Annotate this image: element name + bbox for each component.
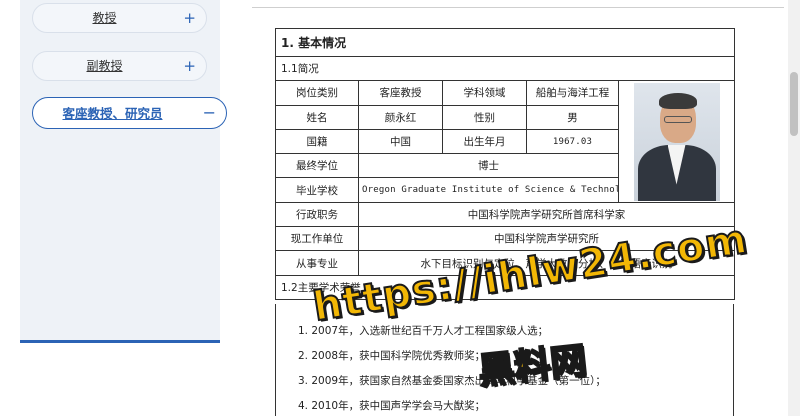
unit-value: 中国科学院声学研究所	[357, 226, 736, 252]
nationality-value: 中国	[358, 128, 443, 155]
portrait-cell	[617, 80, 736, 203]
degree-label: 最终学位	[275, 153, 359, 179]
field-value: 船舶与海洋工程	[526, 80, 619, 106]
section-title: 1. 基本情况	[274, 28, 736, 57]
sidebar-item-label[interactable]: 副教授	[33, 52, 176, 81]
page-scrollbar[interactable]	[788, 0, 800, 416]
list-item: 1. 2007年，入选新世纪百千万人才工程国家级人选；	[298, 325, 549, 337]
expand-plus-icon[interactable]: +	[183, 4, 196, 32]
profile-table: 1. 基本情况 1.1简况 岗位类别 客座教授 学科领域 船舶与海洋工程 姓名 …	[274, 28, 736, 300]
sidebar-item-visiting-professor[interactable]: 客座教授、研究员 −	[32, 97, 227, 129]
expand-plus-icon[interactable]: +	[183, 52, 196, 80]
position-type-label: 岗位类别	[275, 80, 359, 106]
position-type-value: 客座教授	[358, 80, 443, 106]
collapse-minus-icon[interactable]: −	[203, 98, 216, 128]
sidebar-item-label[interactable]: 教授	[33, 4, 176, 33]
content-top-divider	[252, 7, 784, 8]
gender-value: 男	[526, 104, 619, 130]
subsection-honors: 1.2主要学术荣誉	[274, 274, 736, 300]
list-item: 3. 2009年，获国家自然基金委国家杰出青年科学基金（第一位）；	[298, 375, 606, 387]
list-item: 4. 2010年，获中国声学学会马大猷奖；	[298, 400, 486, 412]
sidebar: 教授 + 副教授 + 客座教授、研究员 −	[20, 0, 227, 340]
school-label: 毕业学校	[275, 177, 359, 203]
name-label: 姓名	[275, 104, 359, 130]
list-item: 2. 2008年，获中国科学院优秀教师奖；	[298, 350, 486, 362]
unit-label: 现工作单位	[275, 226, 359, 252]
nationality-label: 国籍	[275, 128, 359, 155]
sidebar-divider	[20, 340, 220, 343]
specialty-value: 水下目标识别与定位、声学大数据分析、自动语音识别	[357, 250, 736, 276]
field-label: 学科领域	[442, 80, 527, 106]
sidebar-item-label[interactable]: 客座教授、研究员	[33, 98, 192, 129]
birth-label: 出生年月	[442, 128, 527, 155]
scrollbar-thumb[interactable]	[790, 72, 798, 136]
admin-label: 行政职务	[275, 201, 359, 228]
degree-value: 博士	[358, 153, 619, 179]
subsection-intro: 1.1简况	[274, 55, 736, 82]
specialty-label: 从事专业	[275, 250, 359, 276]
birth-value: 1967.03	[526, 128, 619, 155]
gender-label: 性别	[442, 104, 527, 130]
honors-list: 1. 2007年，入选新世纪百千万人才工程国家级人选； 2. 2008年，获中国…	[275, 304, 734, 416]
sidebar-item-associate-professor[interactable]: 副教授 +	[32, 51, 207, 81]
admin-value: 中国科学院声学研究所首席科学家	[357, 201, 736, 228]
portrait-photo	[633, 82, 720, 201]
name-value: 颜永红	[358, 104, 443, 130]
school-value: Oregon Graduate Institute of Science & T…	[358, 177, 619, 203]
sidebar-item-professor[interactable]: 教授 +	[32, 3, 207, 33]
